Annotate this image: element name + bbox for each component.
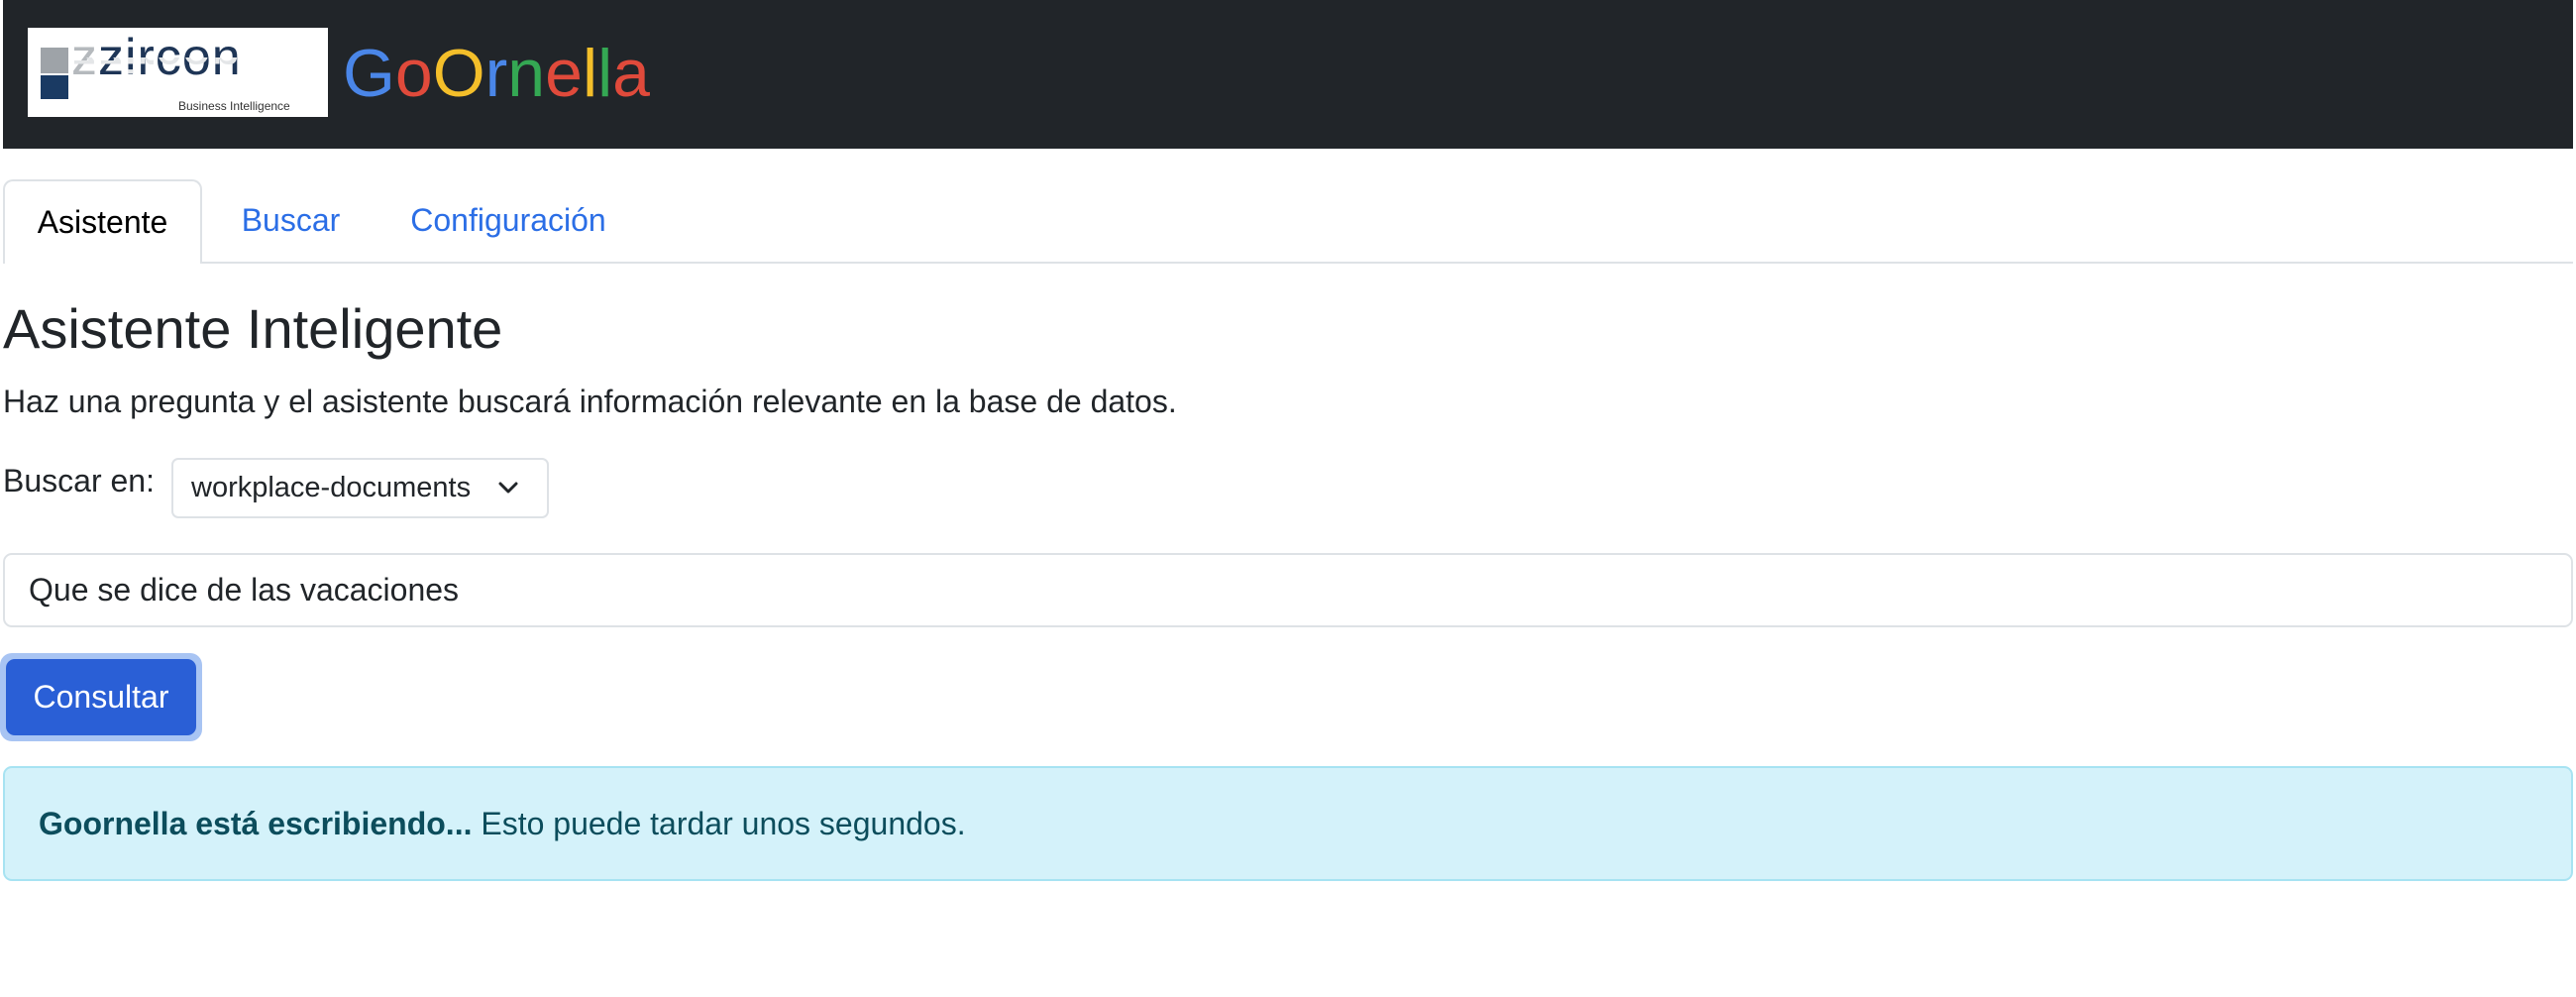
brand-letter: l <box>597 36 613 111</box>
page: zzircon zzircon Business Intelligence Go… <box>0 0 2576 997</box>
brand-letter: o <box>394 36 433 111</box>
tab-bar: Asistente Buscar Configuración <box>3 179 2573 264</box>
page-description: Haz una pregunta y el asistente buscará … <box>3 384 1177 419</box>
zircon-logo: zzircon zzircon Business Intelligence <box>28 28 328 117</box>
search-scope-select[interactable]: workplace-documents <box>171 458 549 518</box>
brand-letter: l <box>582 36 598 111</box>
logo-square-navy <box>41 75 68 99</box>
brand-letter: e <box>545 36 583 111</box>
status-alert-title: Goornella está escribiendo... <box>39 806 473 841</box>
tab-configuracion[interactable]: Configuración <box>382 179 634 262</box>
status-alert-text: Esto puede tardar unos segundos. <box>481 806 966 841</box>
consultar-button-focus-ring: Consultar <box>0 653 202 741</box>
tab-buscar[interactable]: Buscar <box>219 179 363 262</box>
chevron-down-icon <box>498 482 518 494</box>
brand-letter: O <box>432 36 485 111</box>
consultar-button[interactable]: Consultar <box>6 659 196 735</box>
status-alert: Goornella está escribiendo... Esto puede… <box>3 766 2573 881</box>
app-brand-name: GoOrnella <box>343 34 650 113</box>
brand-letter: r <box>484 36 508 111</box>
tab-asistente[interactable]: Asistente <box>3 179 202 264</box>
question-input[interactable] <box>3 553 2573 627</box>
brand-letter: a <box>612 36 650 111</box>
logo-reflection: zzircon <box>71 57 242 79</box>
page-title: Asistente Inteligente <box>3 297 503 360</box>
brand-letter: n <box>507 36 546 111</box>
search-scope-value: workplace-documents <box>191 472 472 503</box>
logo-tagline: Business Intelligence <box>178 99 290 113</box>
logo-square-gray <box>41 48 68 73</box>
brand-letter: G <box>343 36 395 111</box>
header-bar: zzircon zzircon Business Intelligence Go… <box>3 0 2573 149</box>
search-scope-label: Buscar en: <box>3 463 155 498</box>
